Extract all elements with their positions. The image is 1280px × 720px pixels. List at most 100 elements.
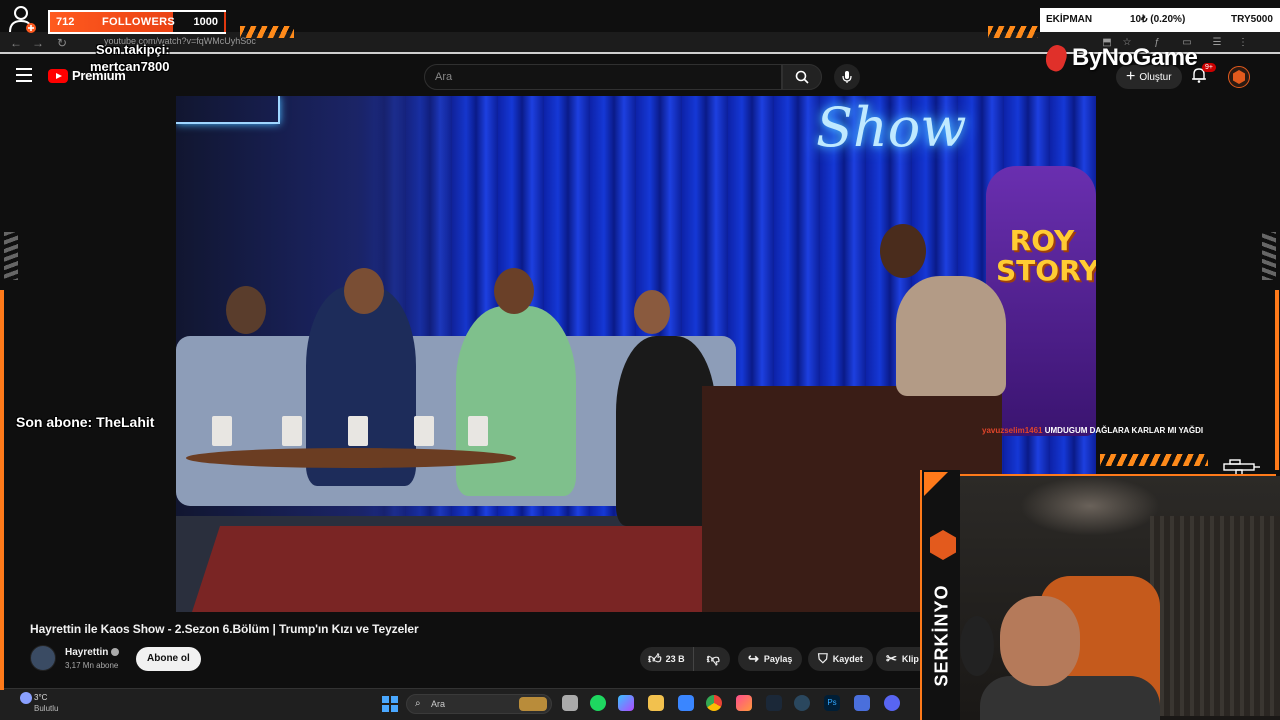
menu-dots-icon[interactable]: ⋮ — [1236, 36, 1250, 50]
clip-label: Klip — [901, 654, 919, 664]
cup — [348, 416, 368, 446]
host — [896, 276, 1006, 396]
cup — [414, 416, 434, 446]
cup — [282, 416, 302, 446]
equipment-ticker: EKİPMAN 10₺ (0.20%) TRY5000 — [1040, 8, 1280, 32]
person-background — [226, 286, 266, 334]
search-input[interactable]: Ara — [424, 64, 782, 90]
last-follower-name: mertcan7800 — [90, 59, 170, 74]
cup — [468, 416, 488, 446]
subscribe-button[interactable]: Abone ol — [136, 647, 201, 671]
steam2-icon[interactable] — [794, 695, 810, 711]
follower-label: FOLLOWERS — [102, 16, 175, 28]
weather-icon[interactable] — [20, 692, 32, 704]
folder-icon[interactable] — [648, 695, 664, 711]
weather-desc: Bulutlu — [34, 704, 59, 713]
screen: ← → ↻ youtube.com/watch?v=fqWMcUyhSoc ⬒ … — [0, 0, 1280, 720]
windows-start-icon[interactable] — [382, 696, 398, 712]
search-placeholder: Ara — [435, 71, 453, 83]
frame-chevron-left — [4, 232, 18, 280]
scissors-icon: ✂ — [886, 651, 897, 666]
photos-icon[interactable] — [736, 695, 752, 711]
follower-count: 712 — [56, 16, 75, 28]
taskbar-search[interactable]: ⌕ Ara — [406, 694, 552, 714]
weather-temp: 3°C — [34, 693, 48, 702]
channel-name-text: Hayrettin — [65, 647, 109, 658]
roy-story-text: ROY STORY — [996, 224, 1096, 287]
search-highlight-icon — [519, 697, 547, 711]
overlay-frame-left — [0, 290, 4, 690]
notification-badge: 9+ — [1202, 63, 1216, 72]
last-follower: Son takipçi: mertcan7800 — [90, 41, 170, 75]
taskbar-search-placeholder: Ara — [431, 699, 446, 709]
follower-goal: 1000 — [193, 16, 218, 28]
search-icon: ⌕ — [415, 698, 421, 709]
roy-story-banner — [986, 166, 1096, 436]
chat-username: yavuzselim1461 — [982, 426, 1043, 435]
app-icon[interactable] — [854, 695, 870, 711]
like-dislike-group: 👍︎ 23 B 👎︎ — [640, 647, 730, 671]
chat-text: UMDUGUM DAĞLARA KARLAR MI YAĞDI — [1044, 426, 1204, 435]
streamer-nameplate: SERKİNYO — [920, 470, 960, 720]
share-button[interactable]: ↪ Paylaş — [738, 647, 803, 671]
search-icon — [795, 70, 809, 84]
photoshop-icon[interactable]: Ps — [824, 695, 840, 711]
like-button[interactable]: 👍︎ 23 B — [640, 647, 694, 671]
save-label: Kaydet — [832, 654, 863, 664]
sponsor-logo: ByNoGame — [1042, 42, 1198, 74]
chat-message: yavuzselim1461 UMDUGUM DAĞLARA KARLAR MI… — [982, 426, 1203, 435]
neon-sign — [176, 96, 280, 124]
cup — [212, 416, 232, 446]
create-label: Oluştur — [1139, 71, 1172, 83]
voice-search-button[interactable] — [834, 64, 860, 90]
coffee-table — [186, 448, 516, 468]
channel-name[interactable]: Hayrettin — [65, 647, 120, 658]
hazard-stripes — [1100, 454, 1208, 466]
copilot-icon[interactable] — [618, 695, 634, 711]
guest-3 — [616, 336, 716, 526]
hazard-stripes — [240, 26, 294, 38]
streamer-name: SERKİNYO — [931, 583, 952, 687]
ticker-code: TRY5000 — [1231, 14, 1273, 25]
discord-icon[interactable] — [884, 695, 900, 711]
subscriber-count: 3,17 Mn abone — [65, 661, 119, 670]
overlay-frame-right — [1275, 290, 1279, 470]
chrome-icon[interactable] — [706, 695, 722, 711]
steam-icon[interactable] — [766, 695, 782, 711]
clip-button[interactable]: ✂ Klip — [876, 647, 926, 671]
frame-chevron-right — [1262, 232, 1276, 280]
follower-progress-bar: 712 FOLLOWERS 1000 — [48, 10, 226, 34]
menu-hamburger-icon[interactable] — [16, 68, 32, 82]
guest-2 — [456, 306, 576, 496]
webcam-feed — [960, 476, 1280, 720]
last-follower-label: Son takipçi: — [96, 42, 170, 57]
spotify-icon[interactable] — [590, 695, 606, 711]
bynogame-logo-icon — [1042, 42, 1070, 74]
share-icon: ↪ — [748, 651, 759, 666]
streamer — [1000, 596, 1080, 686]
neon-show-text: Show — [816, 96, 967, 159]
tabs-icon[interactable]: ☰ — [1210, 36, 1224, 50]
explorer-icon[interactable] — [562, 695, 578, 711]
hazard-stripes — [988, 26, 1038, 38]
channel-avatar[interactable] — [30, 645, 56, 671]
account-logo-icon — [1233, 70, 1245, 84]
streamer-logo-icon — [930, 530, 956, 560]
last-subscriber: Son abone: TheLahit — [16, 414, 155, 430]
dislike-button[interactable]: 👎︎ — [699, 647, 728, 671]
sponsor-text: ByNoGame — [1072, 44, 1198, 71]
thumbs-up-icon: 👍︎ — [648, 651, 662, 666]
microphone-icon — [842, 71, 852, 83]
search-button[interactable] — [782, 64, 822, 90]
like-count: 23 B — [665, 654, 685, 664]
save-button[interactable]: ⛉ Kaydet — [808, 647, 873, 671]
ticker-label: EKİPMAN — [1046, 14, 1093, 25]
share-label: Paylaş — [763, 654, 793, 664]
thumbs-down-icon: 👎︎ — [706, 651, 720, 666]
verified-icon — [111, 648, 120, 657]
account-avatar[interactable] — [1228, 66, 1250, 88]
store-icon[interactable] — [678, 695, 694, 711]
ticker-value: 10₺ (0.20%) — [1130, 14, 1186, 25]
bookmark-icon: ⛉ — [818, 651, 828, 666]
microphone — [960, 616, 994, 676]
